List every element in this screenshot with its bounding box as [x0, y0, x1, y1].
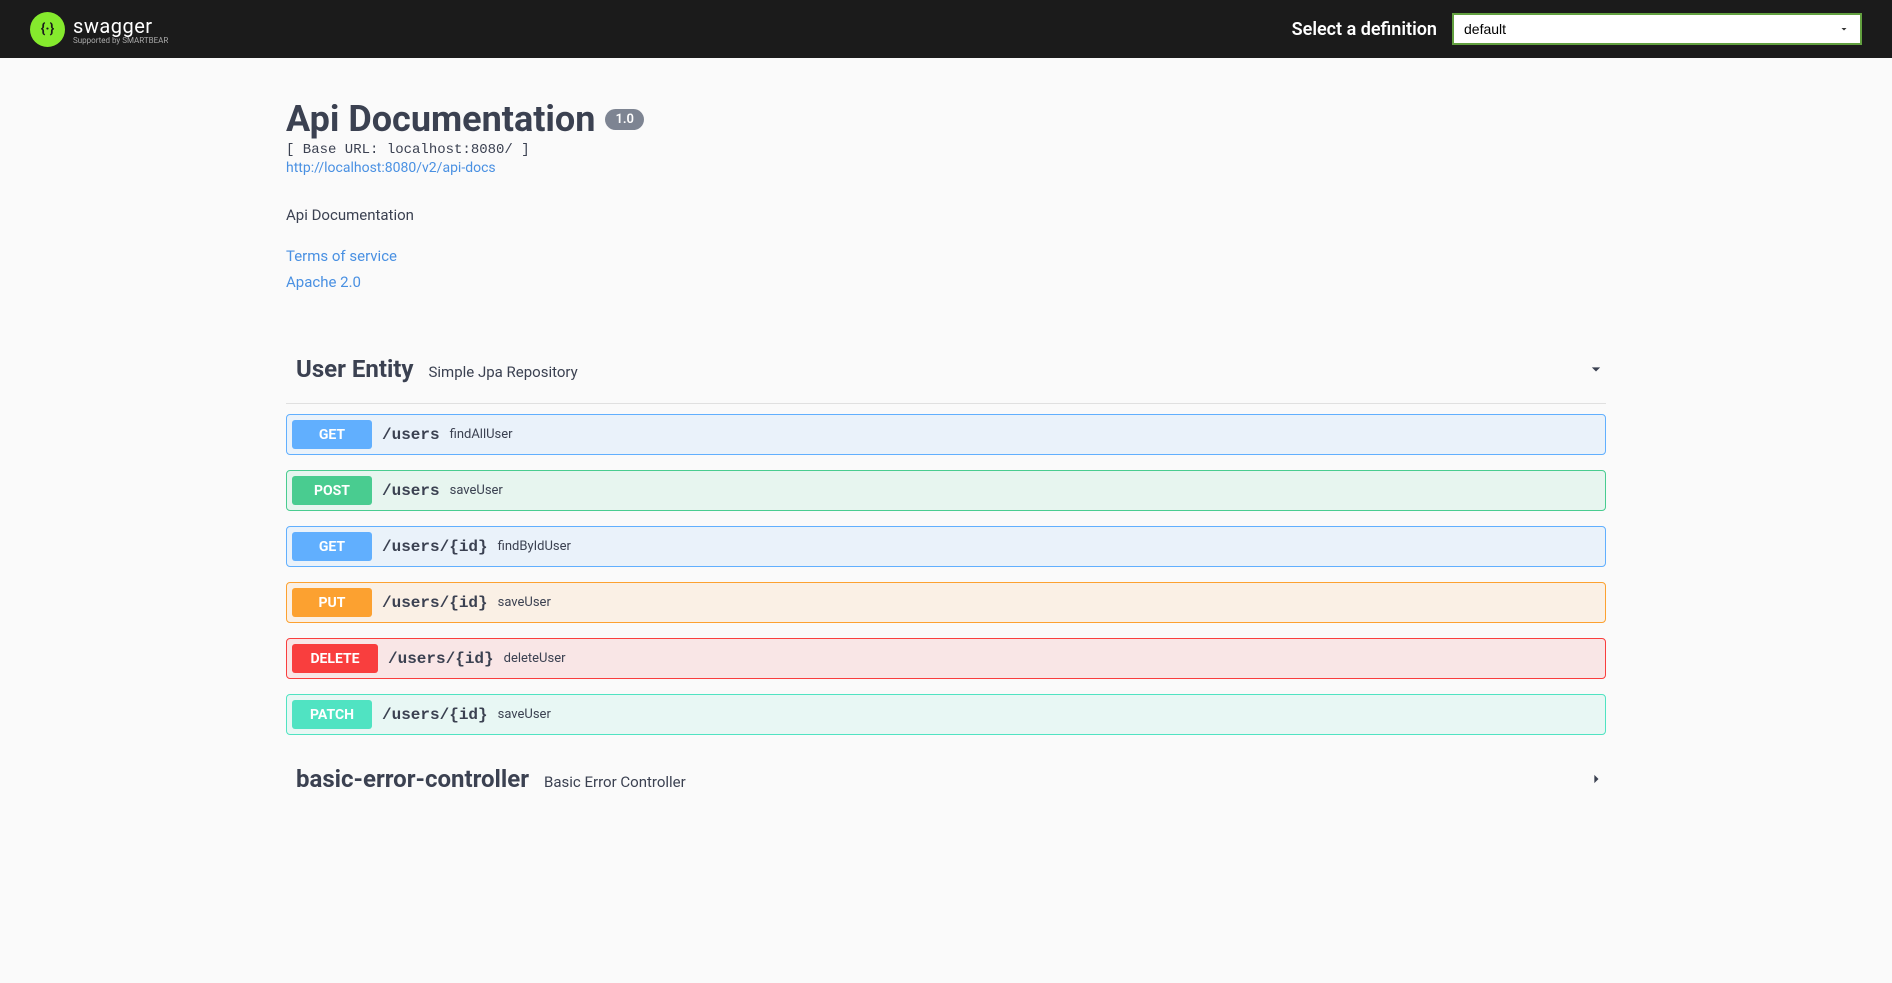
- operation-method-badge: PUT: [292, 588, 372, 617]
- tag-header[interactable]: User Entity Simple Jpa Repository: [286, 345, 1606, 404]
- definition-select[interactable]: default: [1452, 13, 1862, 45]
- api-title-text: Api Documentation: [286, 98, 595, 140]
- tag-header-left: User Entity Simple Jpa Repository: [296, 355, 578, 383]
- logo-subtitle: Supported by SMARTBEAR: [73, 36, 168, 45]
- tag-description: Basic Error Controller: [544, 773, 686, 791]
- operation-method-badge: DELETE: [292, 644, 378, 673]
- api-docs-link[interactable]: http://localhost:8080/v2/api-docs: [286, 160, 1606, 176]
- operation-path: /users/{id}: [388, 650, 494, 668]
- base-url: [ Base URL: localhost:8080/ ]: [286, 142, 1606, 158]
- operation-path: /users/{id}: [382, 706, 488, 724]
- logo-title: swagger: [73, 14, 168, 38]
- swagger-logo[interactable]: {·} swagger Supported by SMARTBEAR: [30, 12, 168, 47]
- tag-description: Simple Jpa Repository: [429, 363, 578, 381]
- operation-summary: saveUser: [498, 707, 551, 722]
- operation-method-badge: GET: [292, 532, 372, 561]
- operation-summary: findAllUser: [450, 427, 513, 442]
- topbar: {·} swagger Supported by SMARTBEAR Selec…: [0, 0, 1892, 58]
- definition-selector-group: Select a definition default: [1292, 13, 1862, 45]
- license-link[interactable]: Apache 2.0: [286, 270, 1606, 296]
- chevron-right-icon: [1586, 769, 1606, 789]
- api-info: Api Documentation 1.0 [ Base URL: localh…: [286, 98, 1606, 295]
- operation-summary: saveUser: [498, 595, 551, 610]
- operation-path: /users/{id}: [382, 594, 488, 612]
- operation-row[interactable]: GET/users/{id} findByIdUser: [286, 526, 1606, 567]
- operation-method-badge: PATCH: [292, 700, 372, 729]
- tag-header-left: basic-error-controller Basic Error Contro…: [296, 765, 686, 793]
- info-links: Terms of service Apache 2.0: [286, 244, 1606, 295]
- main-content: Api Documentation 1.0 [ Base URL: localh…: [236, 58, 1656, 873]
- tag-name: basic-error-controller: [296, 765, 529, 793]
- api-title: Api Documentation 1.0: [286, 98, 644, 140]
- operation-row[interactable]: POST/users saveUser: [286, 470, 1606, 511]
- operation-path: /users: [382, 482, 440, 500]
- operation-row[interactable]: PATCH/users/{id} saveUser: [286, 694, 1606, 735]
- version-badge: 1.0: [605, 109, 644, 130]
- tags-container: User Entity Simple Jpa Repository GET/user…: [286, 345, 1606, 813]
- operation-path: /users: [382, 426, 440, 444]
- tag-section: basic-error-controller Basic Error Contro…: [286, 755, 1606, 813]
- tag-header[interactable]: basic-error-controller Basic Error Contro…: [286, 755, 1606, 813]
- tag-section: User Entity Simple Jpa Repository GET/user…: [286, 345, 1606, 735]
- terms-of-service-link[interactable]: Terms of service: [286, 244, 1606, 270]
- operation-summary: findByIdUser: [498, 539, 571, 554]
- swagger-logo-icon: {·}: [30, 12, 65, 47]
- operation-summary: saveUser: [450, 483, 503, 498]
- operations-list: GET/users findAllUser POST/users saveUser GE…: [286, 414, 1606, 735]
- swagger-logo-text: swagger Supported by SMARTBEAR: [73, 14, 168, 45]
- operation-row[interactable]: PUT/users/{id} saveUser: [286, 582, 1606, 623]
- select-definition-label: Select a definition: [1292, 19, 1437, 40]
- tag-name: User Entity: [296, 355, 414, 383]
- operation-method-badge: GET: [292, 420, 372, 449]
- operation-path: /users/{id}: [382, 538, 488, 556]
- operation-method-badge: POST: [292, 476, 372, 505]
- api-description: Api Documentation: [286, 206, 1606, 224]
- operation-row[interactable]: GET/users findAllUser: [286, 414, 1606, 455]
- chevron-down-icon: [1586, 359, 1606, 379]
- operation-summary: deleteUser: [504, 651, 566, 666]
- operation-row[interactable]: DELETE/users/{id} deleteUser: [286, 638, 1606, 679]
